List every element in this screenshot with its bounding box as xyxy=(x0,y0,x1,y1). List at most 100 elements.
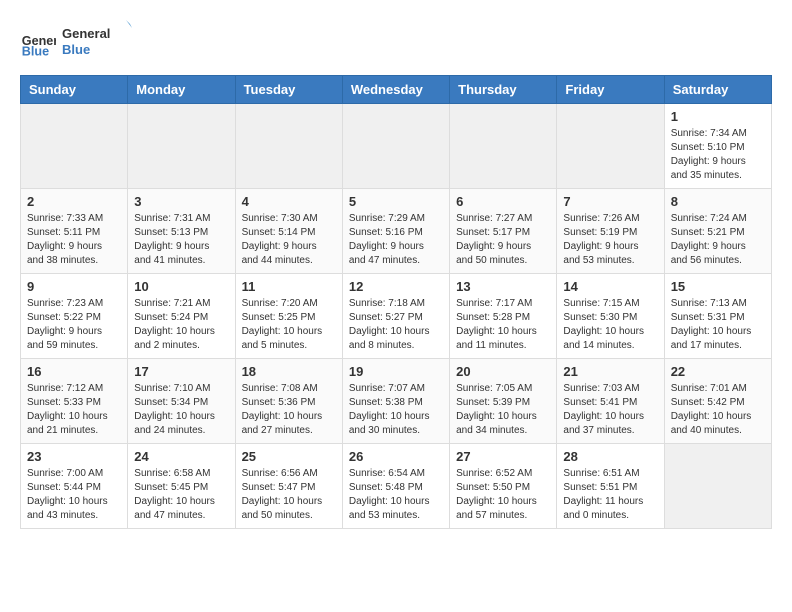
calendar-cell: 7Sunrise: 7:26 AMSunset: 5:19 PMDaylight… xyxy=(557,189,664,274)
day-info: Sunrise: 7:26 AMSunset: 5:19 PMDaylight:… xyxy=(563,212,657,268)
calendar-cell: 14 Sunrise: 7:15 AMSunset: 5:30 PMDayligh… xyxy=(557,274,664,359)
day-number: 9 xyxy=(27,279,121,294)
day-info: Sunrise: 7:30 AMSunset: 5:14 PMDaylight:… xyxy=(242,212,336,268)
calendar-cell: 6 Sunrise: 7:27 AMSunset: 5:17 PMDaylight… xyxy=(450,189,557,274)
calendar-cell: 9 Sunrise: 7:23 AMSunset: 5:22 PMDaylight… xyxy=(21,274,128,359)
calendar-cell: 4 Sunrise: 7:30 AMSunset: 5:14 PMDaylight… xyxy=(235,189,342,274)
weekday-header-saturday: Saturday xyxy=(664,76,771,104)
calendar-cell: 12 Sunrise: 7:18 AMSunset: 5:27 PMDayligh… xyxy=(342,274,449,359)
calendar-cell: 28 Sunrise: 6:51 AMSunset: 5:51 PMDayligh… xyxy=(557,444,664,529)
day-info: Sunrise: 7:03 AMSunset: 5:41 PMDaylight:… xyxy=(563,382,657,438)
calendar-cell: 5 Sunrise: 7:29 AMSunset: 5:16 PMDaylight… xyxy=(342,189,449,274)
page-header: General Blue General Blue xyxy=(20,20,772,65)
calendar-cell xyxy=(342,104,449,189)
day-info: Sunrise: 7:12 AMSunset: 5:33 PMDaylight:… xyxy=(27,382,121,438)
day-info: Sunrise: 7:24 AMSunset: 5:21 PMDaylight:… xyxy=(671,212,765,268)
weekday-header-monday: Monday xyxy=(128,76,235,104)
calendar-cell: 13 Sunrise: 7:17 AMSunset: 5:28 PMDayligh… xyxy=(450,274,557,359)
day-number: 21 xyxy=(563,364,657,379)
day-info: Sunrise: 7:07 AMSunset: 5:38 PMDaylight:… xyxy=(349,382,443,438)
day-number: 8 xyxy=(671,194,765,209)
calendar-cell xyxy=(450,104,557,189)
day-number: 13 xyxy=(456,279,550,294)
week-row-4: 16 Sunrise: 7:12 AMSunset: 5:33 PMDayligh… xyxy=(21,359,772,444)
day-number: 1 xyxy=(671,109,765,124)
calendar-cell: 26 Sunrise: 6:54 AMSunset: 5:48 PMDayligh… xyxy=(342,444,449,529)
calendar-table: SundayMondayTuesdayWednesdayThursdayFrid… xyxy=(20,75,772,529)
day-info: Sunrise: 7:13 AMSunset: 5:31 PMDaylight:… xyxy=(671,297,765,353)
day-number: 4 xyxy=(242,194,336,209)
calendar-cell: 22 Sunrise: 7:01 AMSunset: 5:42 PMDayligh… xyxy=(664,359,771,444)
day-info: Sunrise: 6:56 AMSunset: 5:47 PMDaylight:… xyxy=(242,467,336,523)
weekday-header-row: SundayMondayTuesdayWednesdayThursdayFrid… xyxy=(21,76,772,104)
weekday-header-friday: Friday xyxy=(557,76,664,104)
svg-text:Blue: Blue xyxy=(22,44,49,58)
day-number: 18 xyxy=(242,364,336,379)
calendar-cell xyxy=(128,104,235,189)
calendar-cell: 24 Sunrise: 6:58 AMSunset: 5:45 PMDayligh… xyxy=(128,444,235,529)
day-info: Sunrise: 7:17 AMSunset: 5:28 PMDaylight:… xyxy=(456,297,550,353)
day-info: Sunrise: 7:21 AMSunset: 5:24 PMDaylight:… xyxy=(134,297,228,353)
day-info: Sunrise: 7:31 AMSunset: 5:13 PMDaylight:… xyxy=(134,212,228,268)
day-info: Sunrise: 7:15 AMSunset: 5:30 PMDaylight:… xyxy=(563,297,657,353)
day-number: 28 xyxy=(563,449,657,464)
weekday-header-wednesday: Wednesday xyxy=(342,76,449,104)
logo: General Blue General Blue xyxy=(20,20,132,65)
day-info: Sunrise: 7:10 AMSunset: 5:34 PMDaylight:… xyxy=(134,382,228,438)
day-number: 15 xyxy=(671,279,765,294)
day-info: Sunrise: 6:51 AMSunset: 5:51 PMDaylight:… xyxy=(563,467,657,523)
day-info: Sunrise: 6:58 AMSunset: 5:45 PMDaylight:… xyxy=(134,467,228,523)
day-number: 12 xyxy=(349,279,443,294)
day-number: 22 xyxy=(671,364,765,379)
day-number: 27 xyxy=(456,449,550,464)
day-number: 20 xyxy=(456,364,550,379)
weekday-header-thursday: Thursday xyxy=(450,76,557,104)
day-info: Sunrise: 7:34 AMSunset: 5:10 PMDaylight:… xyxy=(671,127,765,183)
logo-icon: General Blue xyxy=(20,25,56,61)
day-info: Sunrise: 7:08 AMSunset: 5:36 PMDaylight:… xyxy=(242,382,336,438)
calendar-cell: 23 Sunrise: 7:00 AMSunset: 5:44 PMDayligh… xyxy=(21,444,128,529)
calendar-cell xyxy=(557,104,664,189)
day-info: Sunrise: 7:33 AMSunset: 5:11 PMDaylight:… xyxy=(27,212,121,268)
weekday-header-tuesday: Tuesday xyxy=(235,76,342,104)
day-number: 2 xyxy=(27,194,121,209)
day-info: Sunrise: 7:00 AMSunset: 5:44 PMDaylight:… xyxy=(27,467,121,523)
week-row-3: 9 Sunrise: 7:23 AMSunset: 5:22 PMDaylight… xyxy=(21,274,772,359)
calendar-cell: 8 Sunrise: 7:24 AMSunset: 5:21 PMDaylight… xyxy=(664,189,771,274)
day-info: Sunrise: 7:05 AMSunset: 5:39 PMDaylight:… xyxy=(456,382,550,438)
day-number: 5 xyxy=(349,194,443,209)
week-row-1: 1 Sunrise: 7:34 AMSunset: 5:10 PMDaylight… xyxy=(21,104,772,189)
day-number: 16 xyxy=(27,364,121,379)
day-info: Sunrise: 7:23 AMSunset: 5:22 PMDaylight:… xyxy=(27,297,121,353)
calendar-cell: 3 Sunrise: 7:31 AMSunset: 5:13 PMDaylight… xyxy=(128,189,235,274)
calendar-cell: 11 Sunrise: 7:20 AMSunset: 5:25 PMDayligh… xyxy=(235,274,342,359)
day-info: Sunrise: 7:01 AMSunset: 5:42 PMDaylight:… xyxy=(671,382,765,438)
calendar-cell: 20 Sunrise: 7:05 AMSunset: 5:39 PMDayligh… xyxy=(450,359,557,444)
day-info: Sunrise: 7:27 AMSunset: 5:17 PMDaylight:… xyxy=(456,212,550,268)
day-number: 25 xyxy=(242,449,336,464)
weekday-header-sunday: Sunday xyxy=(21,76,128,104)
day-number: 24 xyxy=(134,449,228,464)
day-info: Sunrise: 7:29 AMSunset: 5:16 PMDaylight:… xyxy=(349,212,443,268)
calendar-cell: 18 Sunrise: 7:08 AMSunset: 5:36 PMDayligh… xyxy=(235,359,342,444)
day-number: 26 xyxy=(349,449,443,464)
svg-text:Blue: Blue xyxy=(62,42,90,57)
day-info: Sunrise: 6:54 AMSunset: 5:48 PMDaylight:… xyxy=(349,467,443,523)
logo-svg: General Blue xyxy=(62,20,132,60)
calendar-cell: 17Sunrise: 7:10 AMSunset: 5:34 PMDayligh… xyxy=(128,359,235,444)
day-number: 6 xyxy=(456,194,550,209)
day-number: 10 xyxy=(134,279,228,294)
calendar-cell xyxy=(235,104,342,189)
day-number: 23 xyxy=(27,449,121,464)
day-number: 19 xyxy=(349,364,443,379)
day-number: 3 xyxy=(134,194,228,209)
calendar-cell xyxy=(21,104,128,189)
day-number: 11 xyxy=(242,279,336,294)
day-info: Sunrise: 7:20 AMSunset: 5:25 PMDaylight:… xyxy=(242,297,336,353)
calendar-cell: 27Sunrise: 6:52 AMSunset: 5:50 PMDayligh… xyxy=(450,444,557,529)
svg-text:General: General xyxy=(62,26,110,41)
calendar-cell: 10 Sunrise: 7:21 AMSunset: 5:24 PMDayligh… xyxy=(128,274,235,359)
day-number: 14 xyxy=(563,279,657,294)
day-info: Sunrise: 7:18 AMSunset: 5:27 PMDaylight:… xyxy=(349,297,443,353)
calendar-cell: 19 Sunrise: 7:07 AMSunset: 5:38 PMDayligh… xyxy=(342,359,449,444)
